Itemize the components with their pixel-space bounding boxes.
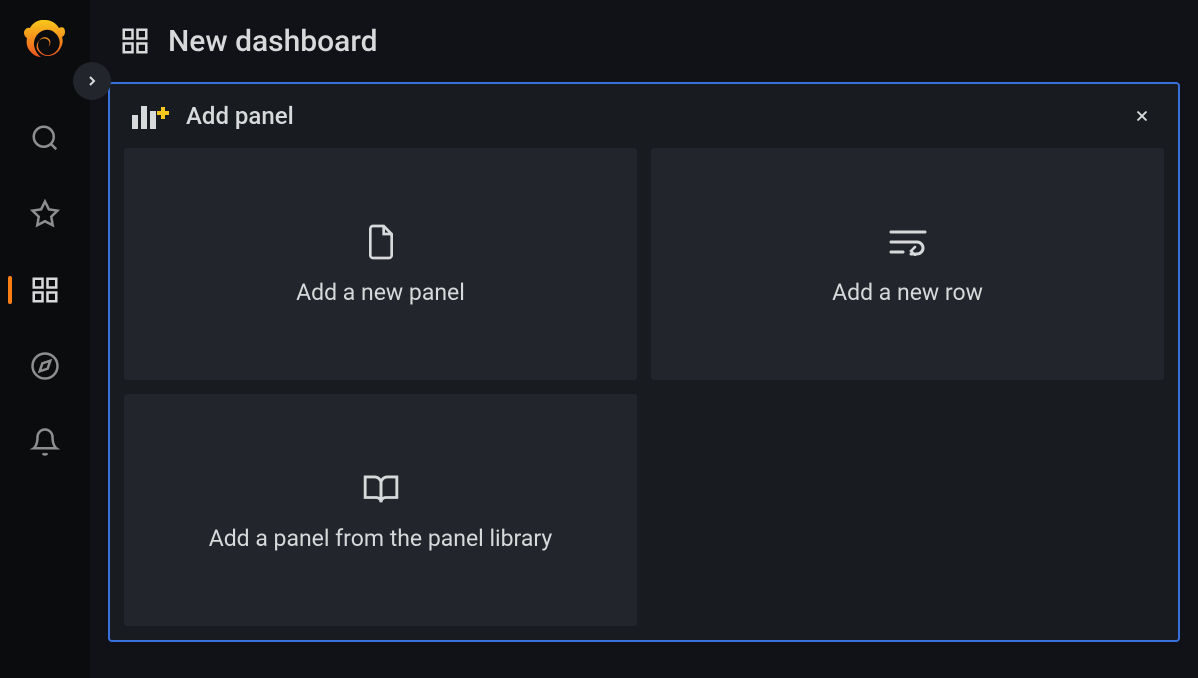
close-icon <box>1133 107 1151 125</box>
sidebar-dashboards[interactable] <box>0 252 90 328</box>
sidebar <box>0 0 90 678</box>
chevron-right-icon <box>84 73 100 89</box>
sidebar-alerts[interactable] <box>0 404 90 480</box>
grafana-logo[interactable] <box>17 14 73 70</box>
page-title: New dashboard <box>168 24 378 59</box>
close-button[interactable] <box>1130 104 1154 128</box>
bell-icon <box>29 426 61 458</box>
panel-header-left: Add panel <box>132 102 294 130</box>
wrap-text-icon <box>889 223 927 261</box>
compass-icon <box>29 350 61 382</box>
grafana-logo-icon <box>23 18 67 66</box>
file-icon <box>362 223 400 261</box>
apps-icon <box>29 274 61 306</box>
search-icon <box>29 122 61 154</box>
expand-sidebar-button[interactable] <box>73 62 111 100</box>
add-new-panel-card[interactable]: Add a new panel <box>124 148 637 380</box>
option-label: Add a panel from the panel library <box>209 525 553 552</box>
panel-title: Add panel <box>186 102 294 130</box>
add-from-library-card[interactable]: Add a panel from the panel library <box>124 394 637 626</box>
main-content: New dashboard Add panel <box>90 0 1198 678</box>
bar-chart-plus-icon <box>132 103 174 129</box>
apps-icon <box>120 26 150 56</box>
option-label: Add a new row <box>832 279 983 306</box>
panel-header: Add panel <box>110 84 1178 148</box>
add-panel-container: Add panel Add a new panel <box>108 82 1180 642</box>
page-header: New dashboard <box>90 0 1198 82</box>
sidebar-search[interactable] <box>0 100 90 176</box>
sidebar-explore[interactable] <box>0 328 90 404</box>
sidebar-favorites[interactable] <box>0 176 90 252</box>
book-icon <box>362 469 400 507</box>
add-new-row-card[interactable]: Add a new row <box>651 148 1164 380</box>
option-label: Add a new panel <box>296 279 465 306</box>
options-grid: Add a new panel Add a new row <box>110 148 1178 640</box>
star-icon <box>29 198 61 230</box>
